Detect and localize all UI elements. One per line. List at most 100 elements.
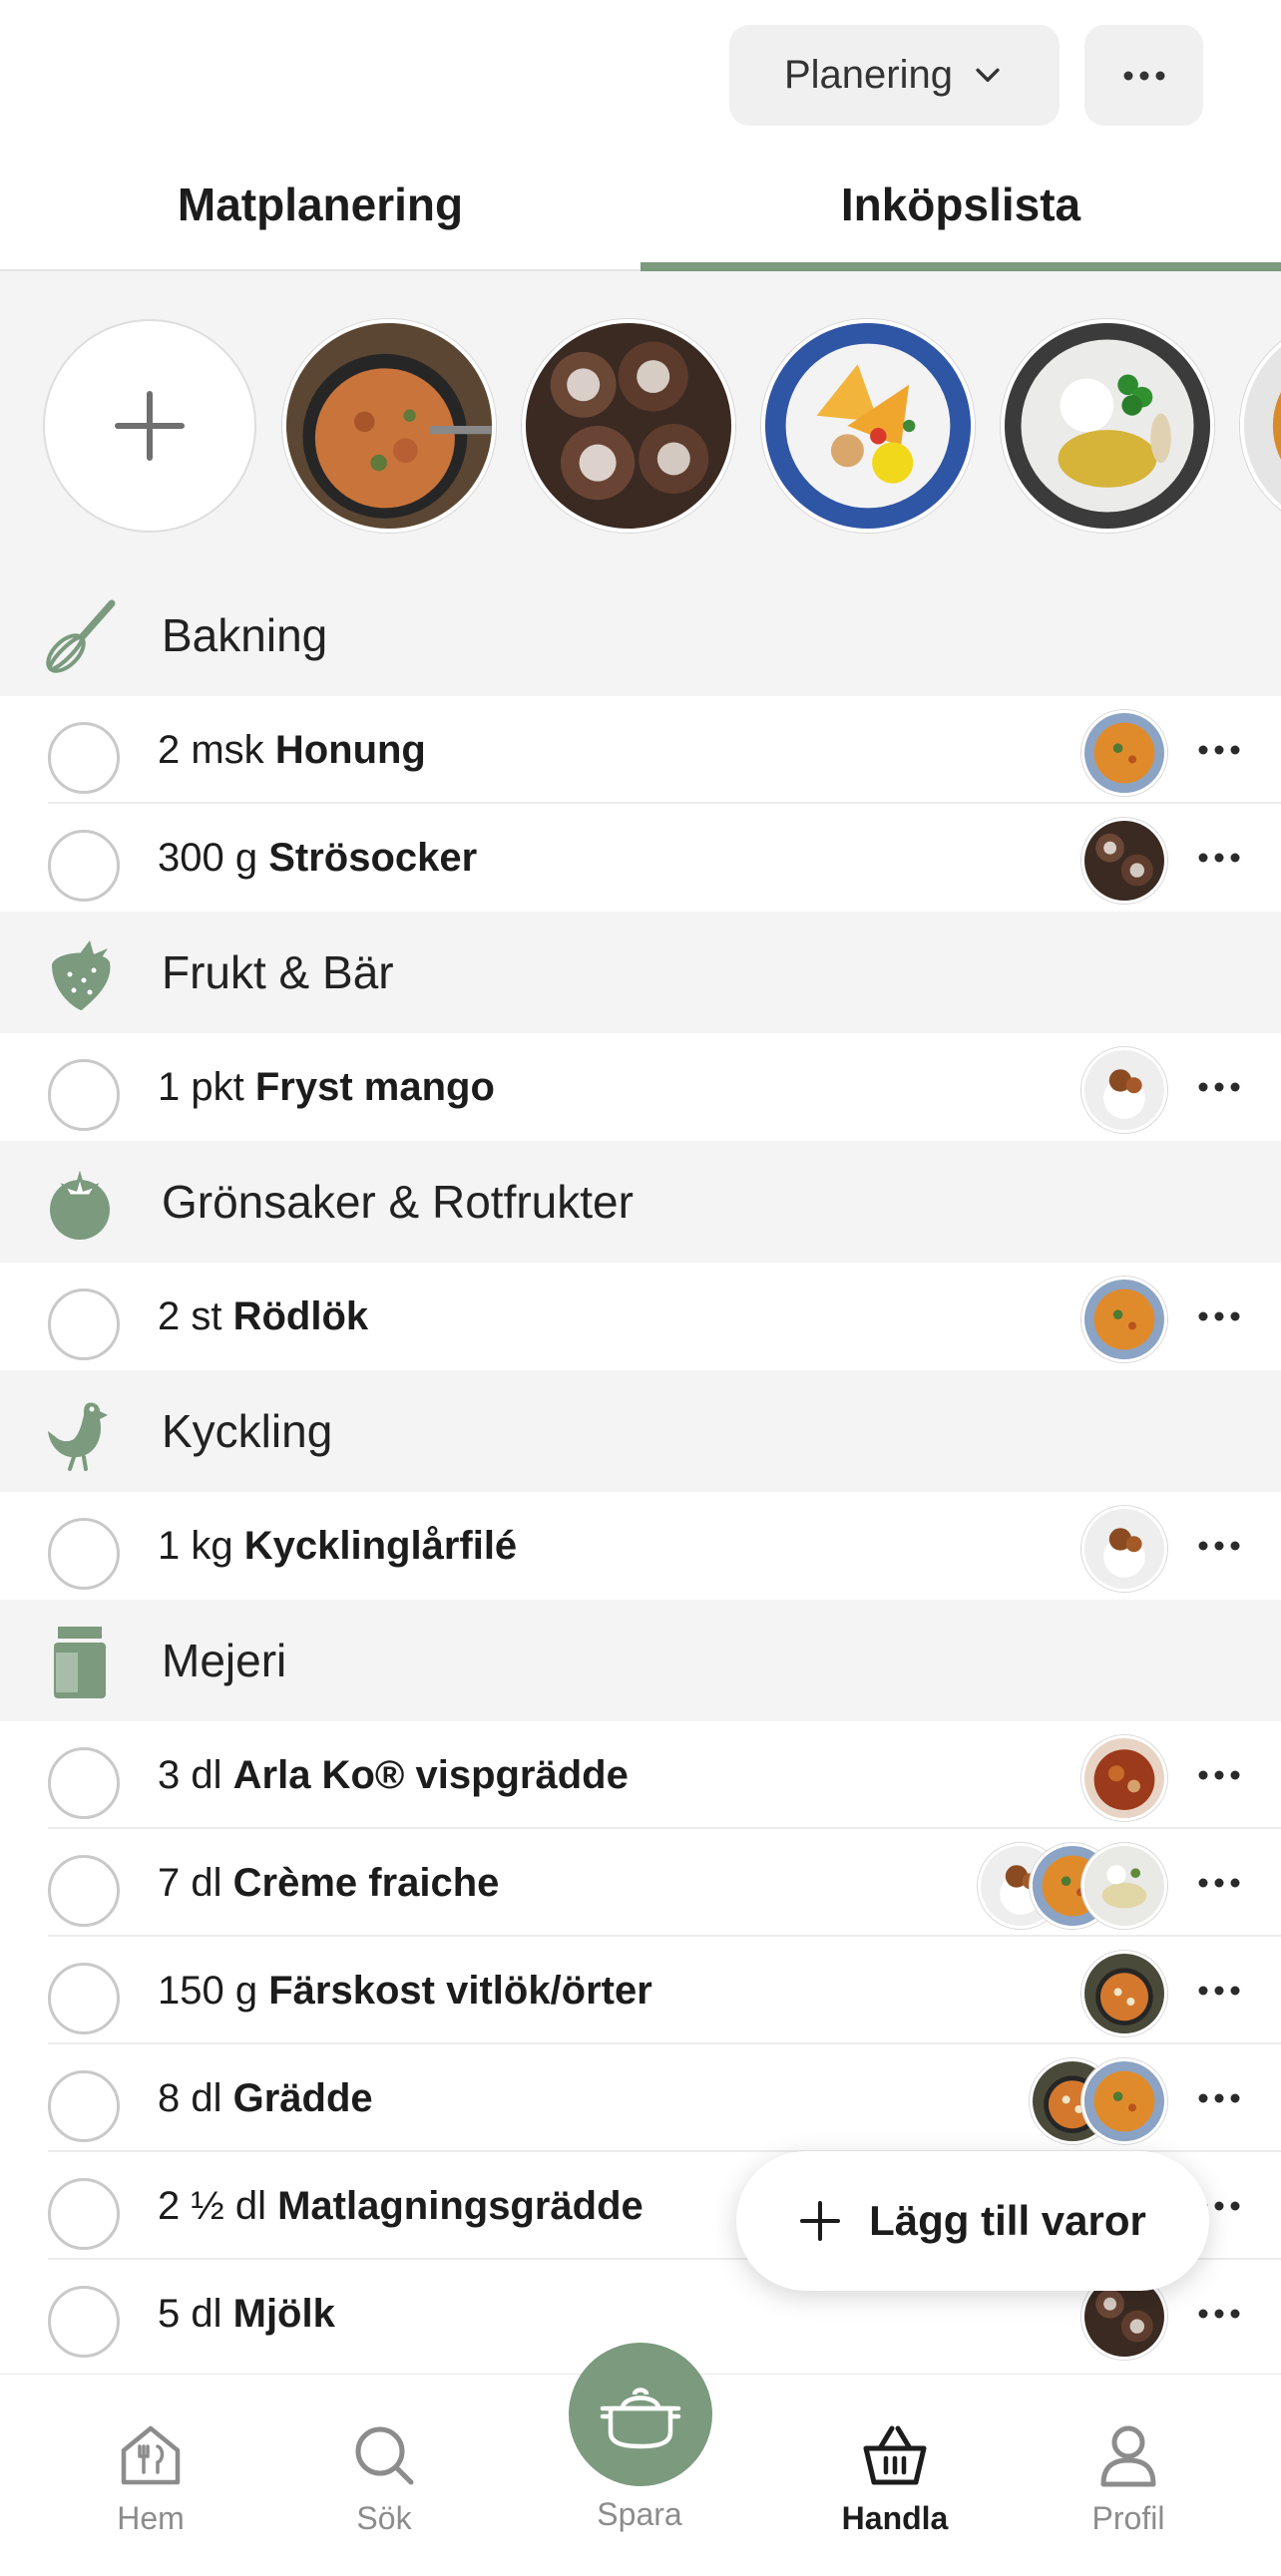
ellipsis-icon (1198, 2309, 1240, 2319)
recipe-thumbs[interactable] (1081, 1506, 1167, 1592)
item-more-button[interactable] (1195, 838, 1243, 878)
recipe-thumbs[interactable] (1081, 1047, 1167, 1133)
item-more-button[interactable] (1195, 1067, 1243, 1107)
list-item[interactable]: 1 pkt Fryst mango (0, 1033, 1281, 1141)
item-checkbox[interactable] (48, 1855, 120, 1927)
recipe-image (526, 323, 731, 529)
recipe-cinnamon-buns[interactable] (522, 319, 735, 533)
item-checkbox[interactable] (48, 2178, 120, 2250)
add-items-label: Lägg till varor (869, 2197, 1146, 2244)
search-icon (355, 2426, 414, 2485)
item-more-button[interactable] (1195, 2078, 1243, 2118)
item-more-button[interactable] (1195, 2294, 1243, 2334)
recipe-thumb-pan (1081, 1951, 1167, 2036)
plus-icon (800, 2201, 841, 2241)
recipe-thumb-fish (1081, 1843, 1167, 1929)
item-text: 3 dl Arla Ko® vispgrädde (158, 1753, 629, 1797)
category-header-kyckling: Kyckling (0, 1370, 1281, 1492)
tomato-icon (50, 1170, 110, 1240)
item-checkbox[interactable] (48, 830, 120, 902)
item-more-button[interactable] (1195, 1755, 1243, 1795)
planering-dropdown[interactable]: Planering (729, 25, 1060, 126)
more-options-button[interactable] (1084, 25, 1203, 126)
recipe-thumbs[interactable] (1081, 1951, 1167, 2036)
recipe-thumbs[interactable] (1081, 1277, 1167, 1362)
recipe-thumbs[interactable] (1030, 2058, 1167, 2144)
recipe-thumbs[interactable] (978, 1843, 1167, 1929)
recipe-image (1005, 323, 1210, 529)
bottom-nav: Hem Sök Spara Handla Profil (0, 2343, 1281, 2576)
item-checkbox[interactable] (48, 1963, 120, 2034)
recipe-thumb-stew (1081, 1735, 1167, 1821)
item-text: 1 pkt Fryst mango (158, 1065, 495, 1109)
recipe-thumb-chicken-rice (1081, 1506, 1167, 1592)
category-header-gronsaker: Grönsaker & Rotfrukter (0, 1141, 1281, 1263)
ellipsis-icon (1198, 1878, 1240, 1888)
list-item[interactable]: 8 dl Grädde (0, 2044, 1281, 2152)
recipe-thumbs[interactable] (1081, 1735, 1167, 1821)
pot-icon (600, 2388, 681, 2449)
category-label: Mejeri (162, 1635, 287, 1686)
recipe-thumbs[interactable] (1081, 818, 1167, 904)
recipe-nachos-plate[interactable] (761, 319, 975, 533)
tab-matplanering-label: Matplanering (177, 179, 464, 230)
ellipsis-icon (1198, 1082, 1240, 1092)
recipe-thumb-buns (1081, 818, 1167, 904)
list-item[interactable]: 3 dl Arla Ko® vispgrädde (0, 1721, 1281, 1829)
recipe-thumb-soup (1081, 710, 1167, 796)
recipe-stew-pan[interactable] (282, 319, 496, 533)
ellipsis-icon (1123, 71, 1164, 80)
item-checkbox[interactable] (48, 1059, 120, 1131)
recipe-image (286, 323, 492, 529)
nav-spara-button[interactable] (569, 2343, 712, 2486)
nav-handla[interactable]: Handla (795, 2420, 995, 2537)
list-item[interactable]: 150 g Färskost vitlök/örter (0, 1937, 1281, 2044)
item-checkbox[interactable] (48, 1518, 120, 1590)
item-more-button[interactable] (1195, 1971, 1243, 2011)
tab-inkopslista[interactable]: Inköpslista (640, 140, 1281, 271)
tab-matplanering[interactable]: Matplanering (0, 140, 640, 269)
item-text: 2 st Rödlök (158, 1294, 369, 1338)
item-checkbox[interactable] (48, 1747, 120, 1819)
ellipsis-icon (1198, 1770, 1240, 1780)
whisk-icon (46, 599, 116, 673)
item-more-button[interactable] (1195, 1863, 1243, 1903)
item-more-button[interactable] (1195, 1526, 1243, 1566)
recipe-fish-plate[interactable] (1001, 319, 1214, 533)
item-checkbox[interactable] (48, 2286, 120, 2358)
recipe-thumbs[interactable] (1081, 710, 1167, 796)
ellipsis-icon (1198, 1311, 1240, 1321)
nav-hem[interactable]: Hem (51, 2420, 250, 2537)
item-more-button[interactable] (1195, 1296, 1243, 1336)
nav-sok[interactable]: Sök (284, 2420, 484, 2537)
item-checkbox[interactable] (48, 722, 120, 794)
nav-profil[interactable]: Profil (1029, 2420, 1228, 2537)
ellipsis-icon (1198, 853, 1240, 863)
add-recipe-button[interactable] (43, 319, 256, 533)
profile-icon (1100, 2425, 1156, 2487)
item-checkbox[interactable] (48, 1288, 120, 1360)
list-item[interactable]: 300 g Strösocker (0, 804, 1281, 912)
recipe-thumb-chicken-rice (1081, 1047, 1167, 1133)
recipe-soup-bowl[interactable] (1240, 319, 1281, 533)
recipe-strip[interactable] (0, 271, 1281, 574)
item-text: 1 kg Kycklinglårfilé (158, 1524, 518, 1568)
nav-label: Spara (597, 2496, 682, 2532)
list-item[interactable]: 2 st Rödlök (0, 1263, 1281, 1370)
category-label: Grönsaker & Rotfrukter (162, 1176, 634, 1228)
category-header-mejeri: Mejeri (0, 1600, 1281, 1721)
ellipsis-icon (1198, 2093, 1240, 2103)
item-checkbox[interactable] (48, 2070, 120, 2142)
nav-label: Sök (356, 2500, 412, 2536)
nav-label: Profil (1091, 2500, 1165, 2536)
recipe-image (765, 323, 971, 529)
list-item[interactable]: 1 kg Kycklinglårfilé (0, 1492, 1281, 1600)
home-icon (121, 2425, 181, 2485)
add-items-button[interactable]: Lägg till varor (736, 2151, 1209, 2291)
list-item[interactable]: 2 msk Honung (0, 696, 1281, 804)
item-text: 150 g Färskost vitlök/örter (158, 1969, 652, 2013)
category-label: Bakning (162, 609, 328, 661)
item-text: 8 dl Grädde (158, 2076, 373, 2120)
item-more-button[interactable] (1195, 730, 1243, 770)
list-item[interactable]: 7 dl Crème fraiche (0, 1829, 1281, 1937)
